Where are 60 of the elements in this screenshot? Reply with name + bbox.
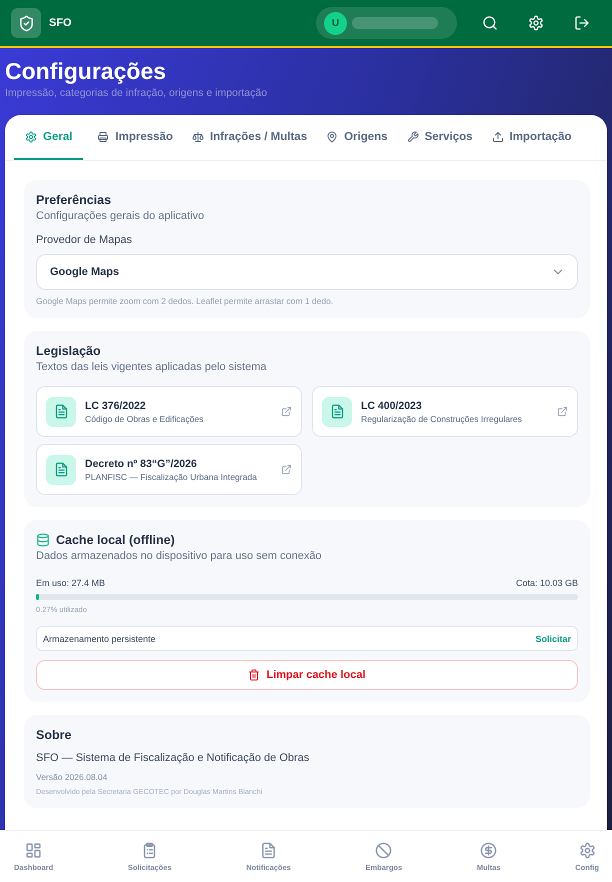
external-link-icon [557, 406, 568, 417]
user-avatar: U [324, 12, 347, 34]
section-title: Cache local (offline) [56, 533, 175, 547]
upload-icon [492, 130, 504, 142]
gear-icon [25, 130, 37, 142]
law-title: LC 400/2023 [361, 400, 423, 412]
map-provider-select[interactable]: Google Maps [36, 254, 578, 290]
tab[interactable]: Origens [315, 115, 393, 160]
trash-icon [248, 669, 260, 681]
clear-cache-button[interactable]: Limpar cache local [36, 660, 578, 690]
storage-used: Em uso: 27.4 MB [36, 578, 106, 588]
database-icon [36, 533, 50, 547]
law-description: PLANFISC — Fiscalização Urbana Integrada [85, 472, 258, 482]
document-icon [322, 396, 352, 426]
storage-quota: Cota: 10.03 GB [516, 578, 578, 588]
dollar-icon [480, 842, 498, 858]
logout-icon[interactable] [574, 15, 590, 31]
law-title: LC 376/2022 [85, 400, 147, 412]
printer-icon [97, 130, 110, 142]
page-title: Configurações [5, 58, 168, 84]
external-link-icon [281, 464, 292, 475]
user-chip[interactable]: U [316, 7, 457, 39]
gear-icon [578, 842, 596, 858]
grid-icon [25, 842, 42, 858]
law-description: Código de Obras e Edificações [85, 414, 204, 424]
system-name: SFO — Sistema de Fiscalização e Notificação de Obras [36, 752, 310, 764]
external-link-icon [281, 406, 292, 417]
law-description: Regularização de Construções Irregulares [361, 414, 523, 424]
law-link-card[interactable]: LC 376/2022 Código de Obras e Edificações [36, 386, 302, 437]
tab[interactable]: Serviços [396, 115, 478, 160]
ban-icon [375, 842, 392, 858]
law-link-card[interactable]: LC 400/2023 Regularização de Construções Irregulares [312, 386, 578, 437]
map-pin-icon [326, 130, 338, 142]
field-label: Provedor de Mapas [36, 234, 133, 246]
document-icon [260, 842, 278, 858]
shield-icon [18, 14, 34, 32]
law-link-card[interactable]: Decreto nº 83“G”/2026 PLANFISC — Fiscalização Urbana Integrada [36, 444, 302, 495]
tab[interactable]: Importação [480, 115, 577, 160]
tab[interactable]: Infrações / Multas [180, 115, 312, 160]
app-version: Versão 2026.08.04 [36, 772, 108, 782]
field-hint: Google Maps permite zoom com 2 dedos. Leaflet permite arrastar com 1 dedo. [36, 296, 334, 306]
tab[interactable]: Geral [14, 115, 84, 160]
scale-icon [192, 130, 204, 142]
search-icon[interactable] [482, 15, 498, 31]
app-name: SFO [49, 17, 73, 29]
section-title: Legislação [36, 344, 102, 358]
section-title: Sobre [36, 728, 72, 742]
law-title: Decreto nº 83“G”/2026 [85, 458, 198, 470]
settings-icon[interactable] [528, 15, 544, 31]
section-title: Preferências [36, 193, 112, 207]
section-subtitle: Textos das leis vigentes aplicadas pelo sistema [36, 361, 268, 373]
page-subtitle: Impressão, categorias de infração, origens e importação [5, 86, 268, 100]
tab[interactable]: Impressão [86, 115, 178, 160]
document-icon [46, 454, 76, 484]
request-button[interactable]: Solicitar [535, 634, 571, 644]
persistent-storage-label: Armazenamento persistente [43, 634, 156, 644]
section-subtitle: Dados armazenados no dispositivo para uso sem conexão [36, 550, 323, 562]
wrench-icon [406, 130, 419, 142]
document-icon [46, 396, 76, 426]
section-subtitle: Configurações gerais do aplicativo [36, 210, 206, 222]
